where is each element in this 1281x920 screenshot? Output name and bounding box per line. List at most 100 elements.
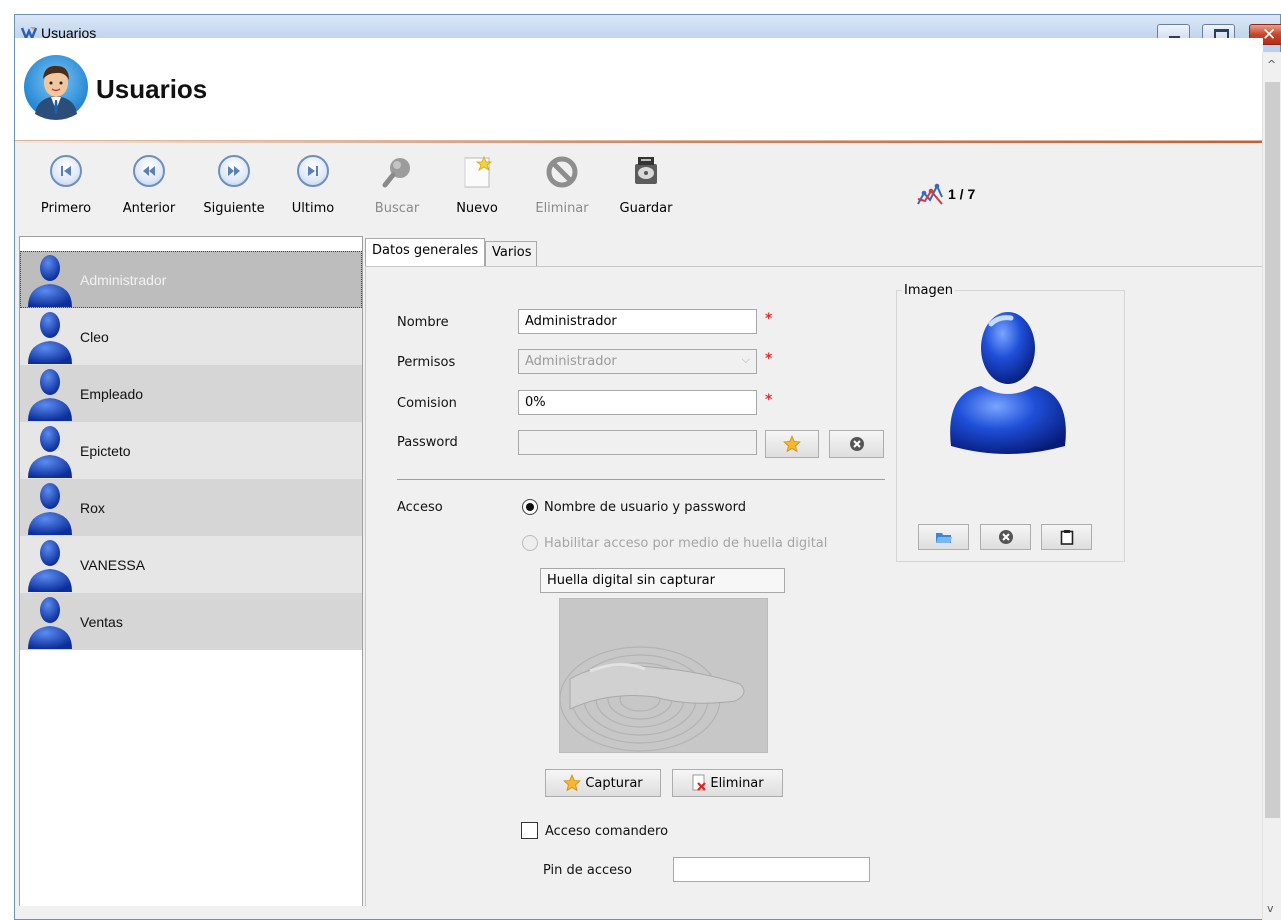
acceso-comandero-checkbox[interactable] xyxy=(521,822,538,839)
tab-panel xyxy=(365,266,1262,906)
acceso-huella-label: Habilitar acceso por medio de huella dig… xyxy=(544,536,828,551)
clear-icon xyxy=(849,437,864,451)
delete-icon xyxy=(546,156,578,188)
comision-label: Comision xyxy=(397,396,457,411)
search-button[interactable]: Buscar xyxy=(372,155,422,225)
open-folder-icon xyxy=(935,533,952,543)
user-name: Cleo xyxy=(80,329,109,345)
stats-icon xyxy=(917,183,943,205)
previous-record-icon xyxy=(133,155,165,187)
required-mark: * xyxy=(765,311,773,327)
clipboard-icon xyxy=(1060,530,1073,545)
tab-varios[interactable]: Varios xyxy=(485,241,537,266)
vertical-scrollbar[interactable]: ^ v xyxy=(1262,52,1281,920)
clear-image-button[interactable] xyxy=(980,524,1031,550)
tab-datos-generales[interactable]: Datos generales xyxy=(365,238,485,268)
pin-input[interactable] xyxy=(673,857,870,882)
delete-document-icon xyxy=(692,774,707,791)
generate-password-button[interactable] xyxy=(765,430,819,458)
user-icon xyxy=(28,312,72,364)
user-name: Rox xyxy=(80,500,105,516)
paste-image-button[interactable] xyxy=(1041,524,1092,550)
new-label: Nuevo xyxy=(456,201,498,216)
delete-label: Eliminar xyxy=(535,201,589,216)
permisos-label: Permisos xyxy=(397,355,456,370)
user-photo-icon xyxy=(950,312,1066,454)
page-header: Usuarios xyxy=(15,38,1263,141)
nombre-input[interactable]: Administrador xyxy=(518,309,757,334)
first-record-icon xyxy=(50,155,82,187)
acceso-password-radio[interactable] xyxy=(522,499,538,515)
user-name: Ventas xyxy=(80,614,123,630)
record-counter-text: 1 / 7 xyxy=(948,186,976,202)
user-icon xyxy=(28,255,72,307)
first-button[interactable]: Primero xyxy=(38,155,94,225)
eliminar-huella-button[interactable]: Eliminar xyxy=(672,769,783,797)
capturar-button[interactable]: Capturar xyxy=(545,769,661,797)
capturar-label: Capturar xyxy=(585,775,643,791)
star-icon xyxy=(563,774,582,792)
comision-input[interactable]: 0% xyxy=(518,390,757,415)
previous-button[interactable]: Anterior xyxy=(119,155,179,225)
user-name: VANESSA xyxy=(80,557,146,573)
previous-label: Anterior xyxy=(122,201,176,216)
eliminar-huella-label: Eliminar xyxy=(710,775,764,791)
user-avatar-icon xyxy=(24,55,88,120)
password-input[interactable] xyxy=(518,430,757,455)
scroll-thumb[interactable] xyxy=(1265,82,1280,818)
user-list[interactable]: Administrador Cleo Empleado Epicteto Rox… xyxy=(19,236,363,906)
user-icon xyxy=(28,483,72,535)
user-icon xyxy=(28,597,72,649)
list-item[interactable]: Rox xyxy=(20,479,362,536)
star-icon xyxy=(783,435,801,453)
fingerprint-image xyxy=(559,598,768,753)
user-name: Empleado xyxy=(80,386,144,402)
toolbar: Primero Anterior Siguiente Ultimo Buscar xyxy=(15,143,1263,235)
save-disk-icon xyxy=(635,157,657,184)
imagen-legend: Imagen xyxy=(902,283,955,298)
list-item[interactable]: Ventas xyxy=(20,593,362,650)
new-button[interactable]: Nuevo xyxy=(452,155,502,225)
nombre-label: Nombre xyxy=(397,315,449,330)
user-icon xyxy=(28,540,72,592)
next-label: Siguiente xyxy=(203,201,265,216)
search-label: Buscar xyxy=(374,201,420,216)
list-item[interactable]: Epicteto xyxy=(20,422,362,479)
last-record-icon xyxy=(297,155,329,187)
last-button[interactable]: Ultimo xyxy=(288,155,338,225)
user-icon xyxy=(28,369,72,421)
pin-label: Pin de acceso xyxy=(543,863,632,878)
scroll-up-icon[interactable]: ^ xyxy=(1267,58,1276,71)
acceso-password-label: Nombre de usuario y password xyxy=(544,500,746,515)
form-divider xyxy=(397,479,885,480)
clear-icon xyxy=(998,530,1013,544)
huella-status: Huella digital sin capturar xyxy=(540,568,785,593)
acceso-comandero-label: Acceso comandero xyxy=(545,824,669,839)
delete-button[interactable]: Eliminar xyxy=(532,155,592,225)
open-image-button[interactable] xyxy=(918,524,969,550)
save-button[interactable]: Guardar xyxy=(616,155,676,225)
search-icon xyxy=(382,158,410,188)
user-name: Epicteto xyxy=(80,443,131,459)
permisos-select[interactable]: Administrador ⌵ xyxy=(518,349,757,374)
next-button[interactable]: Siguiente xyxy=(200,155,268,225)
list-item[interactable]: VANESSA xyxy=(20,536,362,593)
list-item[interactable]: Administrador xyxy=(20,251,362,308)
required-mark: * xyxy=(765,351,773,367)
required-mark: * xyxy=(765,392,773,408)
chevron-down-icon: ⌵ xyxy=(741,353,750,366)
last-label: Ultimo xyxy=(291,201,335,216)
scroll-down-icon[interactable]: v xyxy=(1267,902,1274,915)
first-label: Primero xyxy=(40,201,92,216)
close-icon: ✕ xyxy=(1262,25,1277,45)
user-icon xyxy=(28,426,72,478)
page-title: Usuarios xyxy=(96,74,208,104)
acceso-huella-radio[interactable] xyxy=(522,535,538,551)
list-item[interactable]: Empleado xyxy=(20,365,362,422)
password-label: Password xyxy=(397,435,458,450)
acceso-label: Acceso xyxy=(397,500,443,515)
list-item[interactable]: Cleo xyxy=(20,308,362,365)
user-name: Administrador xyxy=(80,272,167,288)
clear-password-button[interactable] xyxy=(829,430,884,458)
permisos-value: Administrador xyxy=(525,354,617,369)
